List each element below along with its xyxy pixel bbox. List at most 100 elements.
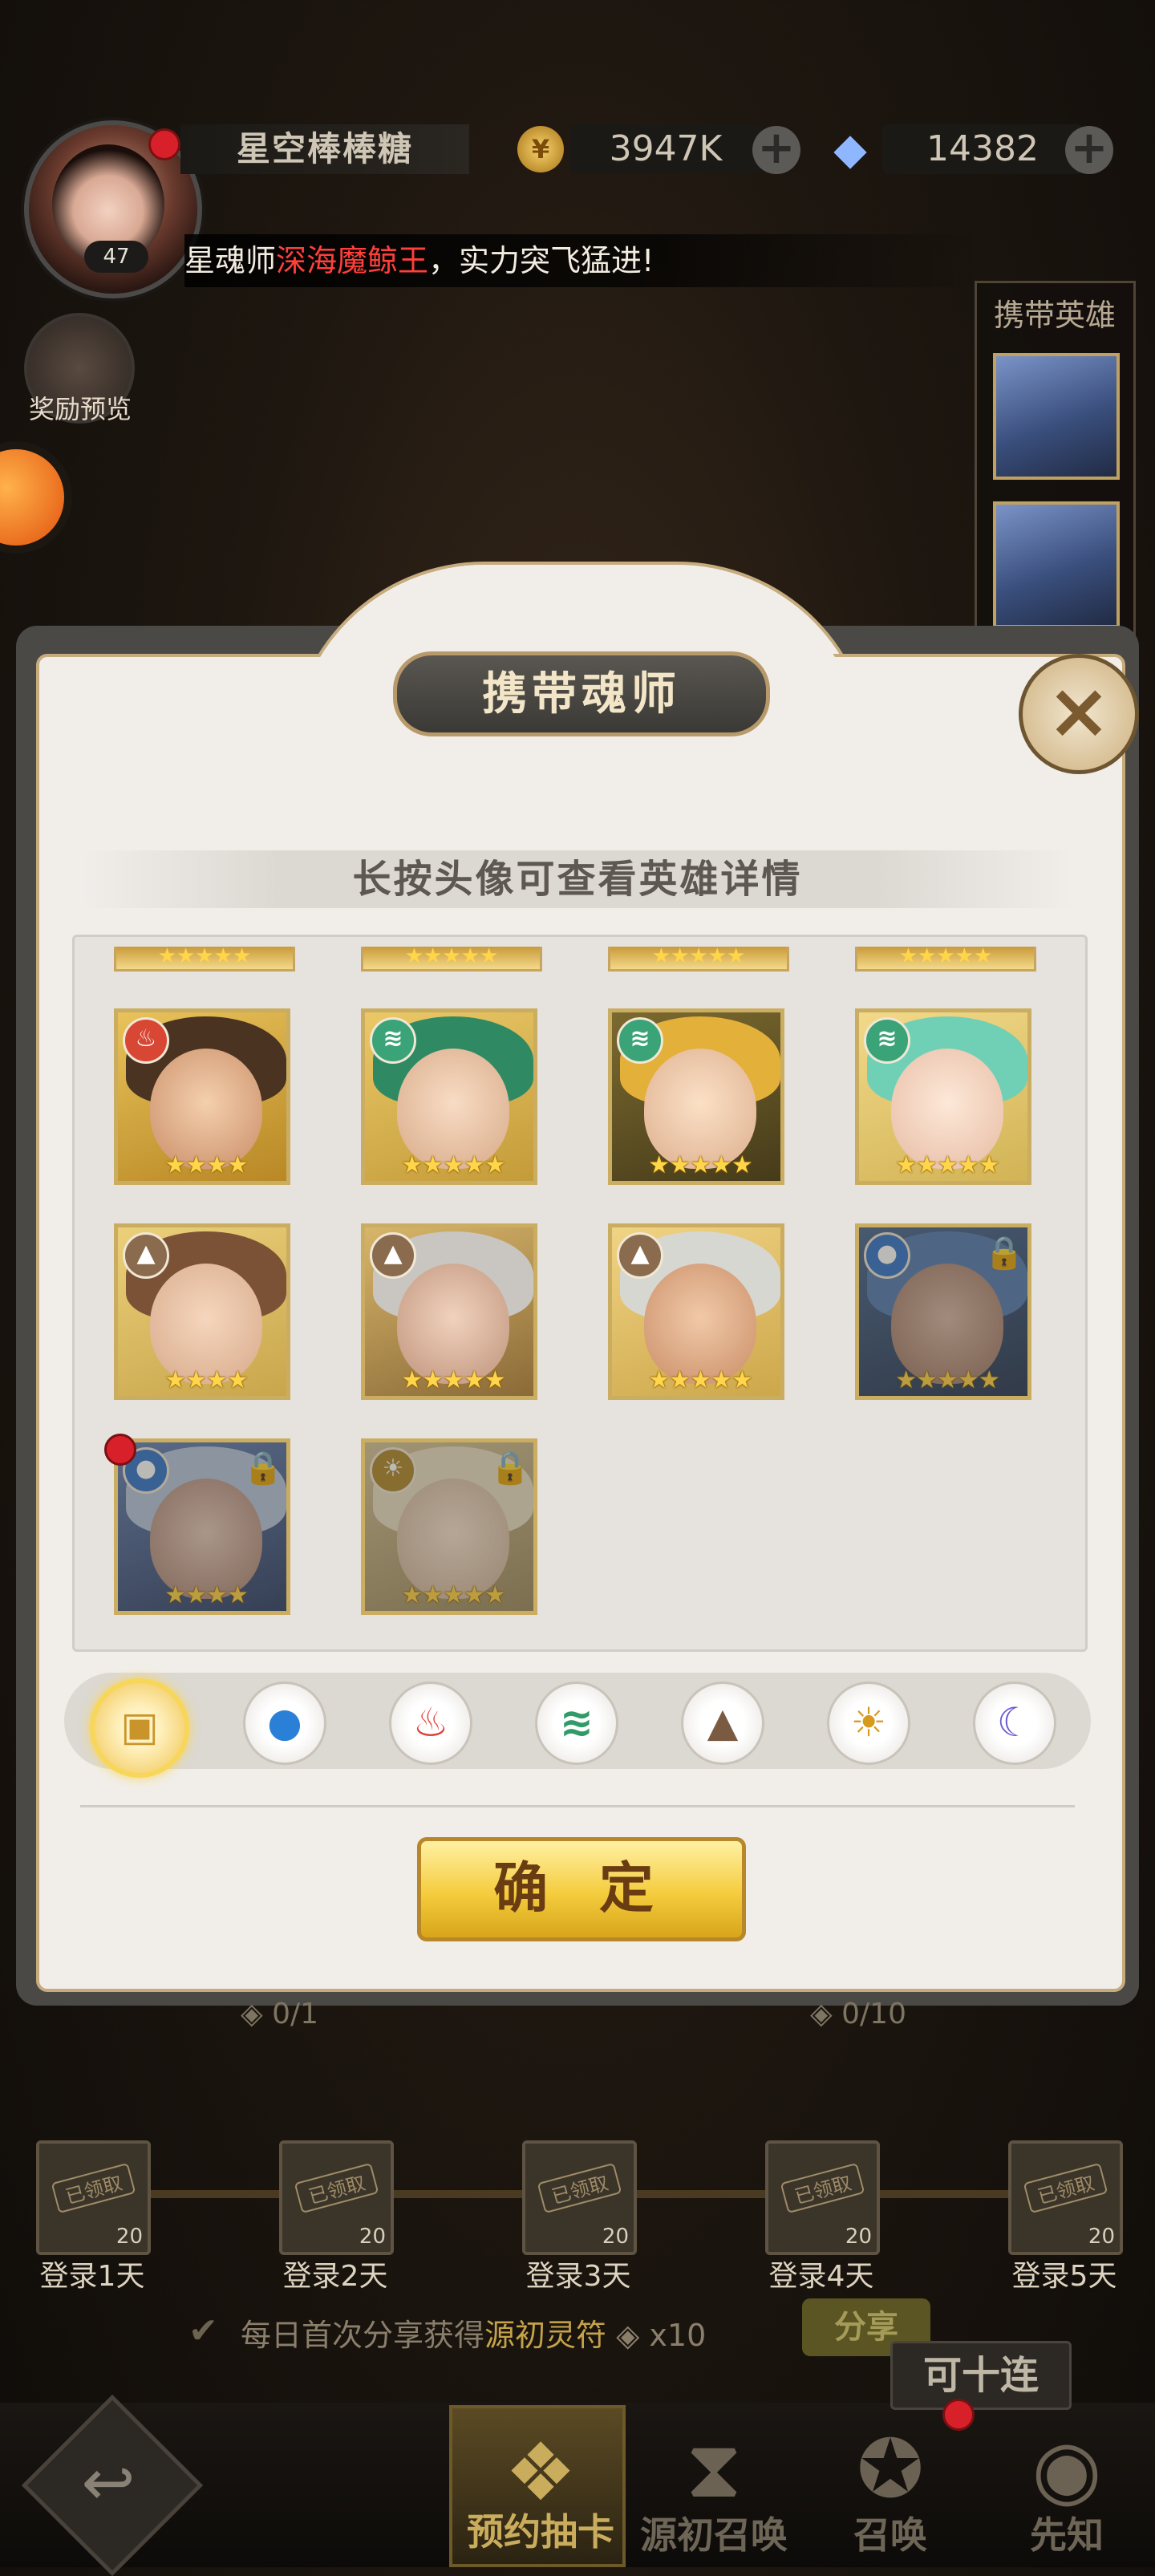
confirm-button[interactable]: 确 定	[417, 1837, 746, 1941]
hero-card-4[interactable]: ≋ ★★★★★	[855, 1008, 1031, 1185]
share-prefix: 每日首次分享获得	[241, 2318, 485, 2353]
lock-icon: 🔒	[984, 1235, 1024, 1272]
reward-qty: 20	[116, 2225, 143, 2249]
back-arrow-icon: ↩	[81, 2445, 136, 2520]
wind-icon: ≋	[370, 1017, 416, 1064]
player-level: 47	[84, 241, 148, 273]
hero-stars: ★★★★★	[651, 944, 746, 968]
hero-stars: ★★★★	[164, 1151, 249, 1179]
hero-hair	[867, 1231, 1027, 1320]
close-icon[interactable]: ×	[1019, 654, 1139, 774]
light-icon: ☀	[370, 1447, 416, 1494]
claimed-stamp: 已领取	[780, 2162, 865, 2214]
water-icon: ●	[864, 1232, 910, 1279]
notification-dot	[942, 2399, 975, 2431]
wind-icon: ≋	[864, 1017, 910, 1064]
login-day-label: 登录5天	[1011, 2260, 1117, 2293]
hero-card-partial[interactable]: ★★★★★	[855, 946, 1036, 972]
progress-counter-right-value: 0/10	[841, 1998, 906, 2030]
add-gold-button[interactable]: +	[752, 126, 800, 174]
hero-stars: ★★★★★	[895, 1151, 999, 1179]
hero-portrait	[397, 1479, 509, 1599]
filter-all-icon[interactable]: ▣	[90, 1678, 189, 1778]
notification-dot	[104, 1434, 136, 1466]
nav-reserve-draw[interactable]: ❖ 预约抽卡	[449, 2405, 626, 2567]
checkmark-icon: ✔	[188, 2310, 218, 2351]
hero-stars: ★★★★★	[404, 944, 499, 968]
earth-icon: ▲	[123, 1232, 169, 1279]
login-reward-1[interactable]: 已领取 20	[36, 2140, 151, 2255]
claimed-stamp: 已领取	[1023, 2162, 1108, 2214]
login-reward-4[interactable]: 已领取 20	[765, 2140, 880, 2255]
filter-fire-icon[interactable]: ♨	[389, 1681, 472, 1765]
nav-label: 召唤	[853, 2513, 927, 2557]
hero-stars: ★★★★	[164, 1581, 249, 1609]
hero-hair	[126, 1446, 286, 1535]
filter-dark-icon[interactable]: ☾	[973, 1681, 1056, 1765]
reward-qty: 20	[845, 2225, 872, 2249]
reward-qty: 20	[359, 2225, 386, 2249]
modal-divider	[80, 1805, 1075, 1807]
reward-qty: 20	[1088, 2225, 1115, 2249]
hero-card-partial[interactable]: ★★★★★	[608, 944, 789, 972]
login-day-label: 登录1天	[39, 2260, 145, 2293]
progress-counter-right: ◈ 0/10	[810, 1998, 906, 2030]
modal-subtitle: 长按头像可查看英雄详情	[80, 850, 1075, 908]
hero-card-1[interactable]: ♨ ★★★★	[114, 1008, 290, 1185]
announcement-ticker: 星魂师深海魔鲸王，实力突飞猛进!	[184, 234, 987, 287]
login-day-label: 登录2天	[282, 2260, 388, 2293]
hero-stars: ★★★★	[164, 1366, 249, 1394]
hero-stars: ★★★★★	[648, 1151, 752, 1179]
hero-card-10[interactable]: ☀ 🔒 ★★★★★	[361, 1438, 537, 1615]
hero-card-8[interactable]: ● 🔒 ★★★★★	[855, 1223, 1031, 1400]
add-diamond-button[interactable]: +	[1065, 126, 1113, 174]
share-highlight: 源初灵符	[484, 2318, 607, 2353]
share-qty: x10	[649, 2318, 707, 2353]
share-reward-text: 每日首次分享获得源初灵符 ◈ x10	[241, 2318, 707, 2353]
player-name: 星空棒棒糖	[180, 124, 469, 174]
earth-icon: ▲	[370, 1232, 416, 1279]
login-reward-2[interactable]: 已领取 20	[279, 2140, 394, 2255]
hero-card-3[interactable]: ≋ ★★★★★	[608, 1008, 784, 1185]
hero-card-7[interactable]: ▲ ★★★★★	[608, 1223, 784, 1400]
reward-qty: 20	[602, 2225, 629, 2249]
hero-card-6[interactable]: ▲ ★★★★★	[361, 1223, 537, 1400]
mascot-float-button[interactable]	[0, 449, 64, 546]
reward-preview-label: 奖励预览	[28, 394, 132, 424]
nav-label: 先知	[1030, 2513, 1104, 2557]
hero-stars: ★★★★★	[401, 1151, 505, 1179]
filter-earth-icon[interactable]: ▲	[681, 1681, 764, 1765]
login-day-label: 登录3天	[525, 2260, 631, 2293]
nav-label: 预约抽卡	[467, 2510, 614, 2554]
filter-light-icon[interactable]: ☀	[827, 1681, 910, 1765]
hero-card-2[interactable]: ≋ ★★★★★	[361, 1008, 537, 1185]
filter-water-icon[interactable]: ●	[243, 1681, 326, 1765]
modal-title: 携带魂师	[393, 651, 770, 736]
hero-hair	[373, 1446, 533, 1535]
wind-icon: ≋	[617, 1017, 663, 1064]
login-reward-3[interactable]: 已领取 20	[522, 2140, 637, 2255]
hero-stars: ★★★★★	[401, 1366, 505, 1394]
hero-stars: ★★★★★	[401, 1581, 505, 1609]
nav-label: 源初召唤	[640, 2513, 788, 2557]
hero-portrait	[891, 1264, 1003, 1384]
claimed-stamp: 已领取	[294, 2162, 379, 2214]
login-day-label: 登录4天	[768, 2260, 874, 2293]
hero-card-9[interactable]: ● 🔒 ★★★★	[114, 1438, 290, 1615]
nav-origin-summon[interactable]: ⧗ 源初召唤	[626, 2405, 802, 2567]
ticker-prefix: 星魂师	[184, 243, 277, 278]
nav-prophet[interactable]: ◉ 先知	[979, 2405, 1155, 2567]
hero-card-5[interactable]: ▲ ★★★★	[114, 1223, 290, 1400]
login-reward-5[interactable]: 已领取 20	[1008, 2140, 1123, 2255]
progress-counter-left-value: 0/1	[272, 1998, 319, 2030]
hero-card-partial[interactable]: ★★★★★	[114, 946, 295, 972]
carry-hero-slot-1[interactable]	[993, 353, 1120, 480]
hero-card-partial[interactable]: ★★★★★	[361, 944, 542, 972]
carry-hero-slot-2[interactable]	[993, 501, 1120, 628]
ten-pull-tag: 可十连	[890, 2341, 1072, 2410]
filter-wind-icon[interactable]: ≋	[535, 1681, 618, 1765]
lock-icon: 🔒	[490, 1450, 530, 1487]
diamond-icon: ◆	[833, 124, 867, 174]
lock-icon: 🔒	[243, 1450, 283, 1487]
claimed-stamp: 已领取	[51, 2162, 136, 2214]
